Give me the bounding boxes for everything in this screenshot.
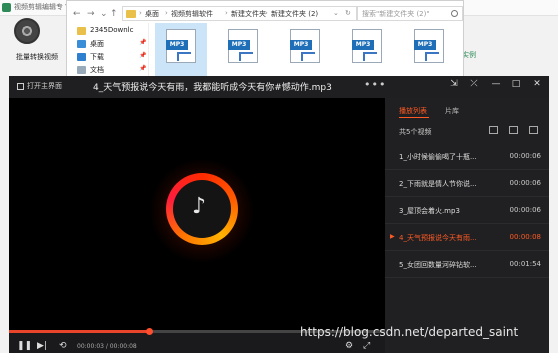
playlist-item-title: 4_天气预报说今天有雨... xyxy=(399,234,477,242)
loop-icon[interactable]: ⟲ xyxy=(59,341,67,351)
pin-icon[interactable]: 📌 xyxy=(139,39,146,46)
open-home-button[interactable]: 打开主界面 xyxy=(17,81,62,91)
pin-icon[interactable]: 📌 xyxy=(139,52,146,59)
next-icon[interactable]: ▶| xyxy=(37,341,47,351)
mini-mode-icon[interactable]: ⇲ xyxy=(447,79,461,89)
music-note-icon xyxy=(239,52,253,61)
playlist-item-duration: 00:00:08 xyxy=(509,233,541,241)
mp3-file-icon: MP3 xyxy=(228,29,258,63)
playlist-item-duration: 00:01:54 xyxy=(509,260,541,268)
refresh-icon[interactable]: ↻ xyxy=(345,9,351,17)
folder-icon xyxy=(77,27,86,35)
nav-item-label: 2345Downlc xyxy=(90,26,134,34)
playlist-item-title: 5_女团回数量河碎钻软... xyxy=(399,261,477,269)
playlist-item-duration: 00:00:06 xyxy=(509,206,541,214)
address-bar-row: ← → ⌄ ↑ › 桌面 › 视频剪辑软件 › 新建文件夹 › 新建文件夹 (2… xyxy=(67,3,465,23)
mp3-file-icon: MP3 xyxy=(290,29,320,63)
crumb-separator: › xyxy=(165,9,168,17)
active-tab-indicator xyxy=(399,117,429,118)
search-placeholder: 搜索"新建文件夹 (2)" xyxy=(362,10,430,18)
more-icon[interactable]: ••• xyxy=(364,78,386,91)
playing-indicator-icon: ▶ xyxy=(390,233,395,240)
nav-item-label: 桌面 xyxy=(90,40,104,48)
music-note-icon: ♪ xyxy=(192,194,207,219)
nav-item-download[interactable]: 下载 📌 xyxy=(77,51,147,63)
playlist-item[interactable]: 3_屋顶会着火.mp3 00:00:06 xyxy=(385,198,549,224)
music-note-icon xyxy=(177,52,191,61)
add-file-icon[interactable] xyxy=(509,126,518,134)
nav-item-documents[interactable]: 文档 📌 xyxy=(77,64,147,76)
playlist-item[interactable]: 1_小时候偷偷喝了十瓶... 00:00:06 xyxy=(385,144,549,170)
music-note-icon xyxy=(363,52,377,61)
app-icon xyxy=(2,3,11,12)
tab-playlist[interactable]: 播放列表 xyxy=(399,106,427,116)
now-playing-title: 4_天气预报说今天有雨，我都能听成今天有你#憾动作.mp3 xyxy=(93,83,332,93)
breadcrumb-item[interactable]: 视频剪辑软件 xyxy=(171,9,213,19)
delete-icon[interactable] xyxy=(529,126,538,134)
desktop-icon xyxy=(77,40,86,48)
pin-top-icon[interactable]: ⤫ xyxy=(467,79,481,89)
breadcrumb-item[interactable]: 新建文件夹 xyxy=(231,9,266,19)
playlist-panel: 播放列表 片库 共5个视频 1_小时候偷偷喝了十瓶... 00:00:06 2_下… xyxy=(385,98,549,353)
fullscreen-icon[interactable]: ⤢ xyxy=(363,341,370,351)
file-explorer-window: ← → ⌄ ↑ › 桌面 › 视频剪辑软件 › 新建文件夹 › 新建文件夹 (2… xyxy=(66,0,465,85)
open-home-label: 打开主界面 xyxy=(27,82,62,90)
close-icon[interactable]: ✕ xyxy=(530,79,544,89)
settings-icon[interactable]: ⚙ xyxy=(345,341,353,351)
file-badge: MP3 xyxy=(228,40,250,50)
music-note-icon xyxy=(301,52,315,61)
nav-item-label: 下载 xyxy=(90,53,104,61)
forward-icon[interactable]: → xyxy=(87,9,95,19)
back-icon[interactable]: ← xyxy=(73,9,81,19)
watermark-text: https://blog.csdn.net/departed_saint xyxy=(300,325,519,339)
playlist-item-duration: 00:00:06 xyxy=(509,152,541,160)
maximize-icon[interactable]: □ xyxy=(509,79,523,89)
breadcrumb-item[interactable]: 新建文件夹 (2) xyxy=(271,9,318,19)
progress-handle[interactable] xyxy=(146,328,153,335)
file-badge: MP3 xyxy=(166,40,188,50)
time-readout: 00:00:03 / 00:00:08 xyxy=(77,343,137,350)
file-badge: MP3 xyxy=(290,40,312,50)
pin-icon[interactable]: 📌 xyxy=(139,65,146,72)
playlist-item-title: 1_小时候偷偷喝了十瓶... xyxy=(399,153,477,161)
mp3-file-icon: MP3 xyxy=(414,29,444,63)
music-note-icon xyxy=(425,52,439,61)
media-player-window: 打开主界面 4_天气预报说今天有雨，我都能听成今天有你#憾动作.mp3 ••• … xyxy=(9,76,549,353)
search-input[interactable]: 搜索"新建文件夹 (2)" xyxy=(357,6,463,21)
playlist-item-active[interactable]: ▶ 4_天气预报说今天有雨... 00:00:08 xyxy=(385,225,549,251)
progress-fill xyxy=(9,330,149,333)
batch-convert-label[interactable]: 批量转换视频 xyxy=(16,52,58,62)
crumb-separator: › xyxy=(225,9,228,17)
nav-item-desktop[interactable]: 桌面 📌 xyxy=(77,38,147,50)
nav-item-downloads-folder[interactable]: 2345Downlc xyxy=(77,25,147,37)
playlist-count: 共5个视频 xyxy=(399,128,432,136)
search-icon[interactable] xyxy=(451,10,458,17)
mp3-file-icon: MP3 xyxy=(352,29,382,63)
film-reel-icon[interactable] xyxy=(14,18,40,44)
breadcrumb-item[interactable]: 桌面 xyxy=(145,9,159,19)
nav-item-label: 文档 xyxy=(90,66,104,74)
file-badge: MP3 xyxy=(352,40,374,50)
file-badge: MP3 xyxy=(414,40,436,50)
mp3-file-icon: MP3 xyxy=(166,29,196,63)
playlist-item-title: 3_屋顶会着火.mp3 xyxy=(399,207,460,215)
tab-library[interactable]: 片库 xyxy=(445,106,459,116)
folder-icon xyxy=(126,10,136,18)
documents-icon xyxy=(77,66,86,74)
playlist-item[interactable]: 2_下雨就是情人节你说... 00:00:06 xyxy=(385,171,549,197)
minimize-icon[interactable]: — xyxy=(489,79,503,89)
playlist-item-duration: 00:00:06 xyxy=(509,179,541,187)
crumb-separator: › xyxy=(265,9,268,17)
dropdown-icon[interactable]: ⌄ xyxy=(333,9,339,17)
playlist-item-title: 2_下雨就是情人节你说... xyxy=(399,180,477,188)
crumb-separator: › xyxy=(139,9,142,17)
open-folder-icon[interactable] xyxy=(489,126,498,134)
download-icon xyxy=(77,53,86,61)
up-icon[interactable]: ↑ xyxy=(110,9,118,19)
playlist-item[interactable]: 5_女团回数量河碎钻软... 00:01:54 xyxy=(385,252,549,278)
pause-icon[interactable]: ❚❚ xyxy=(17,341,32,351)
recent-dropdown-icon[interactable]: ⌄ xyxy=(100,9,108,19)
address-box[interactable]: › 桌面 › 视频剪辑软件 › 新建文件夹 › 新建文件夹 (2) ⌄ ↻ xyxy=(122,6,357,21)
window-icon xyxy=(17,82,24,90)
